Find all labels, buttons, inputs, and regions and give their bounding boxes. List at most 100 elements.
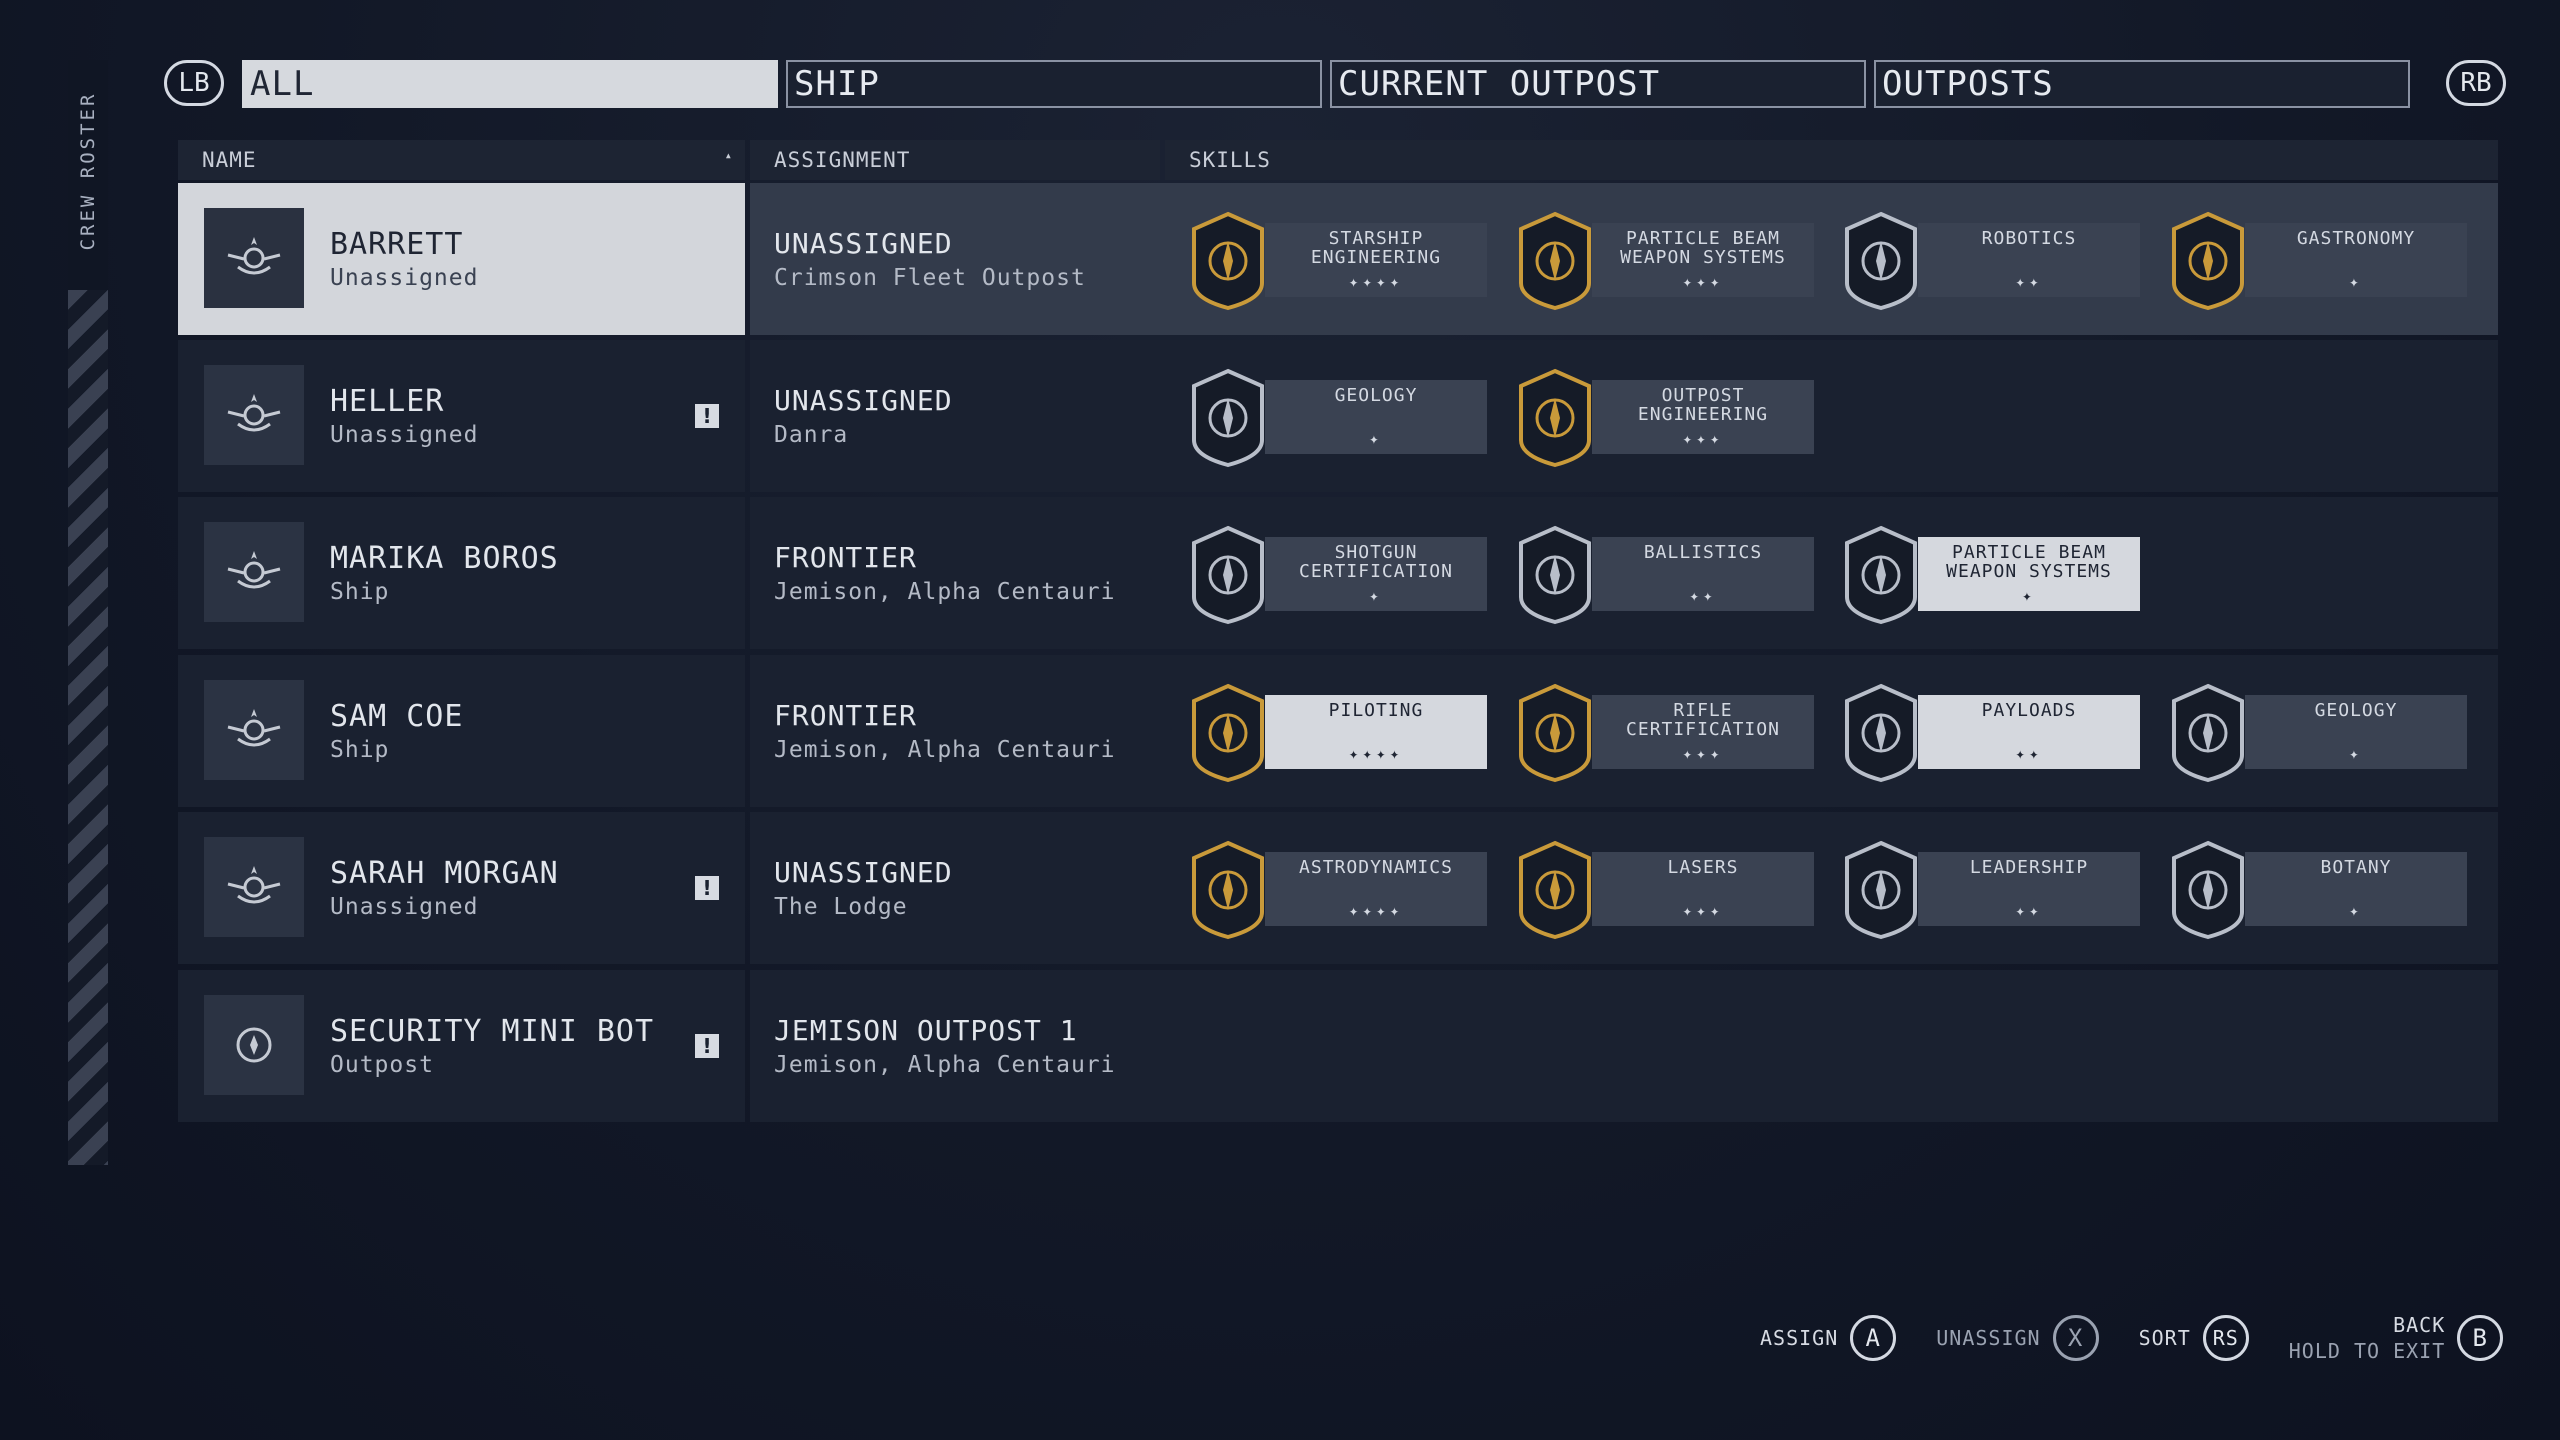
back-button[interactable]: B xyxy=(2457,1315,2504,1361)
crew-detail-cell: JEMISON OUTPOST 1 Jemison, Alpha Centauri xyxy=(750,970,2498,1122)
assignment-title: FRONTIER xyxy=(774,699,917,732)
skill-rank: ✦✦✦✦ xyxy=(1348,901,1404,920)
rifle-icon xyxy=(1514,683,1596,783)
side-stripe xyxy=(68,290,108,1165)
skill-card[interactable]: SHOTGUN CERTIFICATION ✦ xyxy=(1187,519,1499,627)
crew-status: Outpost xyxy=(330,1052,434,1078)
skill-rank: ✦ xyxy=(2349,744,2363,763)
skill-label-box: ASTRODYNAMICS ✦✦✦✦ xyxy=(1265,852,1487,926)
lb-bumper-button[interactable]: LB xyxy=(164,60,224,106)
skill-rank: ✦ xyxy=(2349,901,2363,920)
skill-label-box: GEOLOGY ✦ xyxy=(1265,380,1487,454)
crew-name-cell[interactable]: SECURITY MINI BOT Outpost! xyxy=(178,970,745,1122)
assignment-title: UNASSIGNED xyxy=(774,227,953,260)
crew-row[interactable]: SARAH MORGAN Unassigned! UNASSIGNED The Lod… xyxy=(178,812,2498,964)
skill-card[interactable]: PARTICLE BEAM WEAPON SYSTEMS ✦✦✦ xyxy=(1514,205,1826,313)
skill-card[interactable]: BOTANY ✦ xyxy=(2167,834,2479,942)
crew-row[interactable]: SECURITY MINI BOT Outpost! JEMISON OUTPOST… xyxy=(178,970,2498,1122)
crew-name: SECURITY MINI BOT xyxy=(330,1014,655,1049)
skill-card[interactable]: PAYLOADS ✦✦ xyxy=(1840,677,2152,785)
assignment-title: UNASSIGNED xyxy=(774,384,953,417)
crew-name-cell[interactable]: SARAH MORGAN Unassigned! xyxy=(178,812,745,964)
crew-emblem-icon xyxy=(204,680,304,780)
skill-card[interactable]: GASTRONOMY ✦ xyxy=(2167,205,2479,313)
skill-name: SHOTGUN CERTIFICATION xyxy=(1299,542,1453,582)
skill-rank: ✦ xyxy=(1369,429,1383,448)
skill-card[interactable]: LASERS ✦✦✦ xyxy=(1514,834,1826,942)
skill-card[interactable]: OUTPOST ENGINEERING ✦✦✦ xyxy=(1514,362,1826,470)
assignment-title: JEMISON OUTPOST 1 xyxy=(774,1014,1078,1047)
crew-emblem-icon xyxy=(204,208,304,308)
skill-rank: ✦✦✦ xyxy=(1682,272,1724,291)
tab-outposts[interactable]: OUTPOSTS xyxy=(1874,60,2410,108)
crew-name-cell[interactable]: BARRETT Unassigned xyxy=(178,183,745,335)
skill-rank: ✦✦✦✦ xyxy=(1348,272,1404,291)
unassign-label: UNASSIGN xyxy=(1936,1326,2041,1350)
skill-card[interactable]: PARTICLE BEAM WEAPON SYSTEMS ✦ xyxy=(1840,519,2152,627)
alert-icon: ! xyxy=(695,876,719,900)
skill-label-box: GEOLOGY ✦ xyxy=(2245,695,2467,769)
crew-row[interactable]: MARIKA BOROS Ship FRONTIER Jemison, Alpha C… xyxy=(178,497,2498,649)
assign-label: ASSIGN xyxy=(1760,1326,1839,1350)
botany-icon xyxy=(2167,840,2249,940)
skill-name: GEOLOGY xyxy=(1334,385,1418,406)
skill-card[interactable]: RIFLE CERTIFICATION ✦✦✦ xyxy=(1514,677,1826,785)
skill-card[interactable]: ROBOTICS ✦✦ xyxy=(1840,205,2152,313)
geology-icon xyxy=(1187,368,1269,468)
skill-rank: ✦✦ xyxy=(2015,272,2043,291)
skill-card[interactable]: GEOLOGY ✦ xyxy=(1187,362,1499,470)
robotics-icon xyxy=(1840,211,1922,311)
crew-status: Ship xyxy=(330,737,390,763)
skill-name: GASTRONOMY xyxy=(2296,228,2416,249)
skill-name: ASTRODYNAMICS xyxy=(1299,857,1453,878)
tab-ship[interactable]: SHIP xyxy=(786,60,1322,108)
assignment-location: The Lodge xyxy=(774,894,908,920)
name-column-header[interactable]: NAME ▴ xyxy=(178,140,745,180)
sort-button[interactable]: RS xyxy=(2202,1315,2249,1361)
payloads-icon xyxy=(1840,683,1922,783)
lasers-icon xyxy=(1514,840,1596,940)
assignment-location: Crimson Fleet Outpost xyxy=(774,265,1086,291)
skill-rank: ✦ xyxy=(2022,586,2036,605)
crew-row[interactable]: SAM COE Ship FRONTIER Jemison, Alpha Centau… xyxy=(178,655,2498,807)
skill-name: BOTANY xyxy=(2320,857,2392,878)
crew-emblem-icon xyxy=(204,522,304,622)
name-header-label: NAME xyxy=(202,148,257,172)
skill-rank: ✦ xyxy=(2349,272,2363,291)
tab-current-outpost[interactable]: CURRENT OUTPOST xyxy=(1330,60,1866,108)
hold-to-exit-label: HOLD TO EXIT xyxy=(2288,1339,2446,1363)
skill-rank: ✦✦ xyxy=(2015,744,2043,763)
rb-bumper-button[interactable]: RB xyxy=(2446,60,2506,106)
skill-card[interactable]: LEADERSHIP ✦✦ xyxy=(1840,834,2152,942)
skill-label-box: STARSHIP ENGINEERING ✦✦✦✦ xyxy=(1265,223,1487,297)
crew-row[interactable]: BARRETT Unassigned UNASSIGNED Crimson Fleet… xyxy=(178,183,2498,335)
assign-button[interactable]: A xyxy=(1850,1315,1897,1361)
assignment-title: FRONTIER xyxy=(774,541,917,574)
skill-card[interactable]: GEOLOGY ✦ xyxy=(2167,677,2479,785)
skill-card[interactable]: ASTRODYNAMICS ✦✦✦✦ xyxy=(1187,834,1499,942)
skill-name: LEADERSHIP xyxy=(1969,857,2089,878)
particle-beam-icon xyxy=(1840,525,1922,625)
tab-all[interactable]: ALL xyxy=(242,60,778,108)
crew-name-cell[interactable]: SAM COE Ship xyxy=(178,655,745,807)
filter-tabs: ALL SHIP CURRENT OUTPOST OUTPOSTS xyxy=(242,60,2410,108)
ballistics-icon xyxy=(1514,525,1596,625)
crew-name-cell[interactable]: HELLER Unassigned! xyxy=(178,340,745,492)
skill-rank: ✦✦✦ xyxy=(1682,429,1724,448)
skill-label-box: PARTICLE BEAM WEAPON SYSTEMS ✦ xyxy=(1918,537,2140,611)
side-rail: CREW ROSTER xyxy=(68,60,108,1165)
crew-name-cell[interactable]: MARIKA BOROS Ship xyxy=(178,497,745,649)
crew-row[interactable]: HELLER Unassigned! UNASSIGNED Danra GEOLOGY ✦… xyxy=(178,340,2498,492)
skill-card[interactable]: BALLISTICS ✦✦ xyxy=(1514,519,1826,627)
skills-header-label: SKILLS xyxy=(1189,148,1271,172)
assignment-title: UNASSIGNED xyxy=(774,856,953,889)
starship-engineering-icon xyxy=(1187,211,1269,311)
skill-name: RIFLE CERTIFICATION xyxy=(1626,700,1780,740)
skill-label-box: BALLISTICS ✦✦ xyxy=(1592,537,1814,611)
shotgun-icon xyxy=(1187,525,1269,625)
skill-card[interactable]: STARSHIP ENGINEERING ✦✦✦✦ xyxy=(1187,205,1499,313)
skill-card[interactable]: PILOTING ✦✦✦✦ xyxy=(1187,677,1499,785)
alert-icon: ! xyxy=(695,404,719,428)
assignment-header-label: ASSIGNMENT xyxy=(774,148,911,172)
unassign-button[interactable]: X xyxy=(2052,1315,2099,1361)
